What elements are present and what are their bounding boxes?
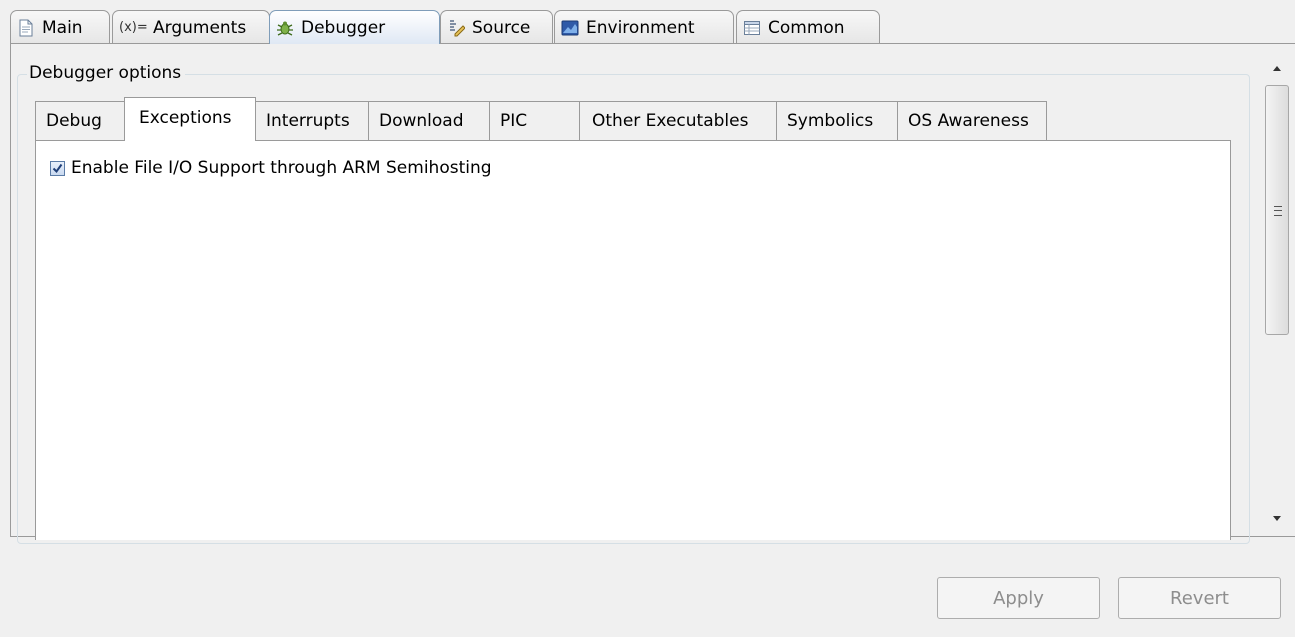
revert-button[interactable]: Revert [1118,577,1281,619]
tab-debugger[interactable]: Debugger [269,10,440,44]
checkmark-icon [52,163,63,173]
semihosting-checkbox[interactable] [50,160,65,176]
bug-icon [276,19,294,37]
tab-os-awareness[interactable]: OS Awareness [897,101,1047,140]
launch-config-tabs: Main (x)= Arguments Debugger Source Envi… [10,10,1295,44]
tab-label: Main [42,17,83,38]
grip-icon [1274,206,1282,216]
tab-other-executables[interactable]: Other Executables [579,101,777,140]
semihosting-label: Enable File I/O Support through ARM Semi… [71,158,492,178]
tab-interrupts[interactable]: Interrupts [255,101,369,140]
tab-source[interactable]: Source [440,10,553,44]
scroll-down-icon[interactable] [1273,516,1281,521]
environment-icon [561,19,579,37]
tab-main[interactable]: Main [10,10,110,44]
tab-common[interactable]: Common [736,10,880,44]
tab-symbolics[interactable]: Symbolics [776,101,898,140]
tab-label: Debugger [301,17,386,38]
tab-label: Environment [586,17,695,38]
exceptions-content [35,140,1231,540]
scrollbar-thumb[interactable] [1265,85,1289,335]
document-icon [17,19,35,37]
tab-exceptions[interactable]: Exceptions [124,97,256,141]
tab-download[interactable]: Download [368,101,490,140]
tab-debug[interactable]: Debug [35,101,126,140]
tab-label: Source [472,17,531,38]
tab-pic[interactable]: PIC [489,101,580,140]
source-icon [447,19,466,37]
tab-label: Common [768,17,845,38]
tab-environment[interactable]: Environment [554,10,734,44]
scroll-up-icon[interactable] [1273,66,1281,71]
semihosting-option[interactable]: Enable File I/O Support through ARM Semi… [50,158,492,178]
vertical-scrollbar[interactable] [1262,57,1294,537]
variable-icon: (x)= [119,19,148,35]
apply-button[interactable]: Apply [937,577,1100,619]
tab-label: Arguments [153,17,247,38]
table-icon [743,19,761,37]
tab-arguments[interactable]: (x)= Arguments [112,10,270,44]
group-title: Debugger options [27,63,186,83]
